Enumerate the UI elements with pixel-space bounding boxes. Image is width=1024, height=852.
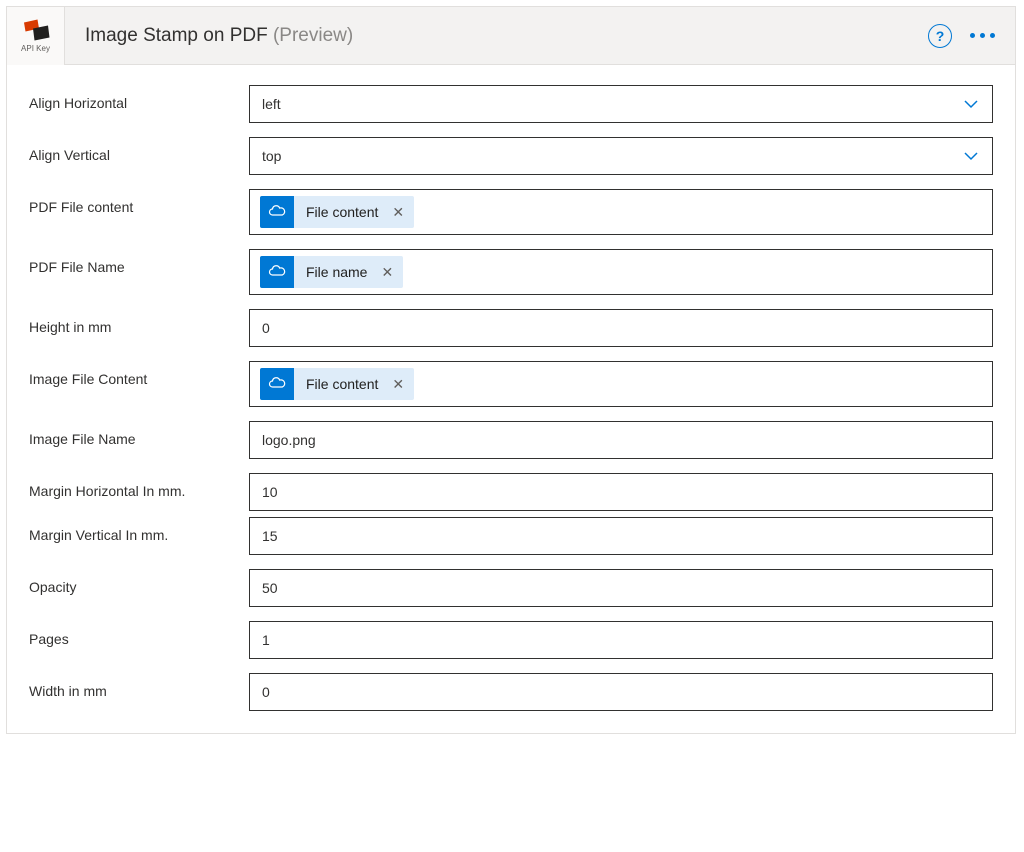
field-image-name: Image File Name logo.png	[29, 421, 993, 459]
token-label: File name	[294, 264, 377, 280]
chevron-down-icon	[962, 147, 980, 165]
input-margin-vertical[interactable]: 15	[249, 517, 993, 555]
input-pdf-content[interactable]: File content ✕	[249, 189, 993, 235]
card-title-suffix: (Preview)	[273, 25, 353, 46]
input-width[interactable]: 0	[249, 673, 993, 711]
input-image-content[interactable]: File content ✕	[249, 361, 993, 407]
label-margin-horizontal: Margin Horizontal In mm.	[29, 473, 249, 501]
field-image-content: Image File Content File content ✕	[29, 361, 993, 407]
connector-logo-caption: API Key	[21, 44, 50, 53]
dynamic-token[interactable]: File name ✕	[260, 256, 403, 288]
input-margin-horizontal[interactable]: 10	[249, 473, 993, 511]
field-width: Width in mm 0	[29, 673, 993, 711]
select-align-horizontal[interactable]: left	[249, 85, 993, 123]
field-align-horizontal: Align Horizontal left	[29, 85, 993, 123]
field-margin-horizontal: Margin Horizontal In mm. 10	[29, 473, 993, 511]
header-actions: ?	[928, 24, 1015, 48]
label-height: Height in mm	[29, 309, 249, 337]
label-align-horizontal: Align Horizontal	[29, 85, 249, 113]
card-title-text: Image Stamp on PDF	[85, 25, 268, 46]
input-opacity[interactable]: 50	[249, 569, 993, 607]
token-label: File content	[294, 376, 388, 392]
dynamic-token[interactable]: File content ✕	[260, 368, 414, 400]
field-pdf-name: PDF File Name File name ✕	[29, 249, 993, 295]
token-label: File content	[294, 204, 388, 220]
onedrive-icon	[260, 256, 294, 288]
label-pages: Pages	[29, 621, 249, 649]
label-image-content: Image File Content	[29, 361, 249, 389]
select-value: top	[262, 148, 281, 164]
field-margin-vertical: Margin Vertical In mm. 15	[29, 517, 993, 555]
field-pages: Pages 1	[29, 621, 993, 659]
label-align-vertical: Align Vertical	[29, 137, 249, 165]
more-menu-icon[interactable]	[970, 33, 995, 38]
field-pdf-content: PDF File content File content ✕	[29, 189, 993, 235]
onedrive-icon	[260, 196, 294, 228]
label-pdf-content: PDF File content	[29, 189, 249, 217]
input-height[interactable]: 0	[249, 309, 993, 347]
label-margin-vertical: Margin Vertical In mm.	[29, 517, 249, 545]
connector-logo: API Key	[7, 7, 65, 65]
input-pages[interactable]: 1	[249, 621, 993, 659]
action-card: API Key Image Stamp on PDF (Preview) ? A…	[6, 6, 1016, 734]
label-opacity: Opacity	[29, 569, 249, 597]
field-align-vertical: Align Vertical top	[29, 137, 993, 175]
select-value: left	[262, 96, 281, 112]
token-remove-icon[interactable]: ✕	[388, 205, 414, 219]
onedrive-icon	[260, 368, 294, 400]
label-image-name: Image File Name	[29, 421, 249, 449]
field-opacity: Opacity 50	[29, 569, 993, 607]
input-pdf-name[interactable]: File name ✕	[249, 249, 993, 295]
help-icon[interactable]: ?	[928, 24, 952, 48]
field-height: Height in mm 0	[29, 309, 993, 347]
select-align-vertical[interactable]: top	[249, 137, 993, 175]
card-body: Align Horizontal left Align Vertical top	[7, 65, 1015, 733]
label-pdf-name: PDF File Name	[29, 249, 249, 277]
chevron-down-icon	[962, 95, 980, 113]
card-title: Image Stamp on PDF (Preview)	[65, 25, 928, 47]
pdf-stamp-icon	[21, 18, 51, 42]
token-remove-icon[interactable]: ✕	[377, 265, 403, 279]
input-image-name[interactable]: logo.png	[249, 421, 993, 459]
dynamic-token[interactable]: File content ✕	[260, 196, 414, 228]
label-width: Width in mm	[29, 673, 249, 701]
token-remove-icon[interactable]: ✕	[388, 377, 414, 391]
card-header: API Key Image Stamp on PDF (Preview) ?	[7, 7, 1015, 65]
